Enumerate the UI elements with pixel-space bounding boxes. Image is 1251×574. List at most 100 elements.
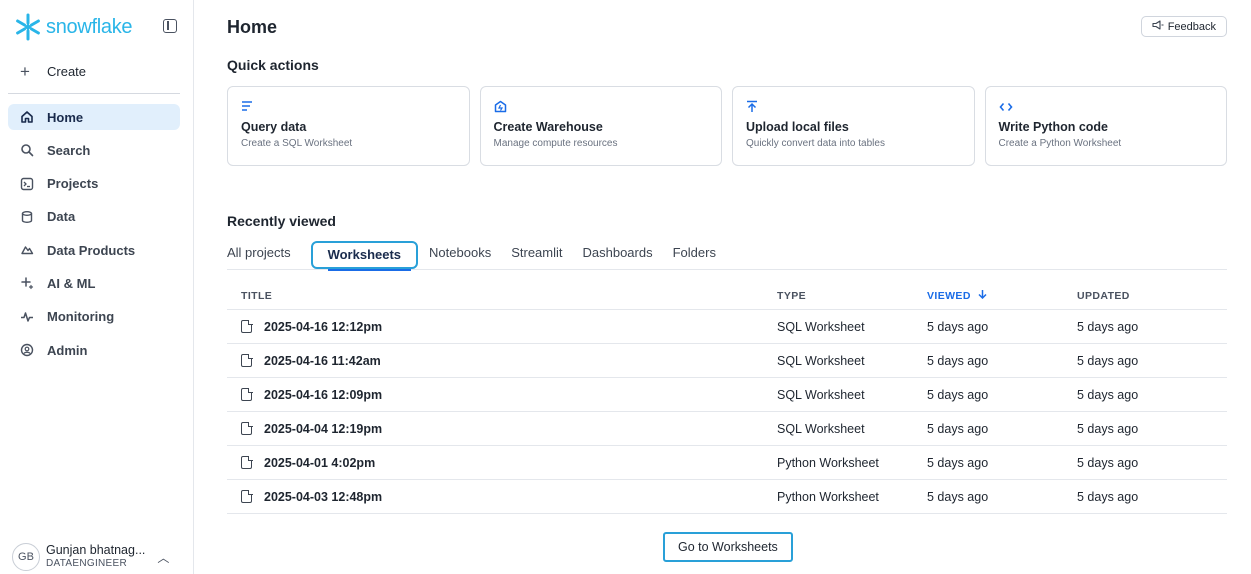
create-label: Create: [47, 64, 87, 79]
quick-action-create-warehouse[interactable]: Create Warehouse Manage compute resource…: [479, 86, 722, 166]
sidebar-item-search[interactable]: Search: [8, 137, 180, 163]
file-icon: [241, 319, 253, 333]
sidebar-item-admin[interactable]: Admin: [8, 337, 180, 363]
row-title: 2025-04-16 11:42am: [264, 353, 381, 368]
row-updated: 5 days ago: [1077, 455, 1139, 470]
user-role: DATAENGINEER: [46, 558, 128, 569]
tab-all-projects[interactable]: All projects: [227, 242, 291, 270]
main-content: Home Feedback Quick actions Query data C…: [194, 0, 1251, 574]
row-viewed: 5 days ago: [927, 353, 989, 368]
row-title-cell: 2025-04-01 4:02pm: [227, 455, 777, 470]
row-updated: 5 days ago: [1077, 387, 1139, 402]
warehouse-icon: [494, 100, 709, 116]
row-updated: 5 days ago: [1077, 353, 1139, 368]
row-title-cell: 2025-04-16 12:09pm: [227, 387, 777, 402]
sidebar-nav: Home Search Projects Data Data Products: [8, 104, 180, 370]
sidebar-item-ai-ml[interactable]: AI & ML: [8, 270, 180, 296]
create-button[interactable]: + Create: [20, 61, 87, 81]
column-header-type[interactable]: TYPE: [777, 290, 927, 302]
tab-streamlit[interactable]: Streamlit: [511, 242, 562, 270]
tab-notebooks[interactable]: Notebooks: [429, 242, 491, 270]
feedback-button[interactable]: Feedback: [1140, 16, 1227, 37]
row-title-cell: 2025-04-16 11:42am: [227, 353, 777, 368]
go-to-worksheets-button[interactable]: Go to Worksheets: [663, 532, 793, 562]
column-header-viewed-label: VIEWED: [927, 290, 971, 302]
user-menu[interactable]: GB Gunjan bhatnag... DATAENGINEER ︿: [12, 540, 188, 574]
quick-action-title: Query data: [241, 120, 307, 134]
row-title: 2025-04-04 12:19pm: [264, 421, 383, 436]
sparkle-icon: [20, 276, 34, 290]
lines-icon: [241, 100, 456, 116]
sidebar-item-label: Data: [47, 209, 76, 225]
column-header-updated[interactable]: UPDATED: [1077, 290, 1227, 302]
table-row[interactable]: 2025-04-16 11:42am SQL Worksheet 5 days …: [227, 344, 1227, 378]
pulse-icon: [20, 310, 34, 324]
sidebar-item-projects[interactable]: Projects: [8, 171, 180, 197]
logo[interactable]: snowflake: [14, 13, 184, 41]
file-icon: [241, 387, 253, 401]
avatar: GB: [12, 543, 40, 571]
terminal-icon: [20, 177, 34, 191]
sidebar-item-label: Home: [47, 109, 84, 125]
tab-dashboards[interactable]: Dashboards: [583, 242, 653, 270]
row-type: SQL Worksheet: [777, 387, 865, 402]
table-header: TITLE TYPE VIEWED UPDATED: [227, 282, 1227, 310]
sidebar-item-data[interactable]: Data: [8, 204, 180, 230]
sidebar-item-label: Search: [47, 142, 91, 158]
row-viewed: 5 days ago: [927, 455, 989, 470]
file-icon: [241, 353, 253, 367]
row-title: 2025-04-01 4:02pm: [264, 455, 376, 470]
search-icon: [20, 143, 34, 157]
sidebar: snowflake + Create Home Search Projects: [0, 0, 194, 574]
snowflake-logo-icon: [16, 13, 40, 41]
row-title: 2025-04-16 12:12pm: [264, 319, 383, 334]
sidebar-item-label: Data Products: [47, 242, 136, 258]
row-type: SQL Worksheet: [777, 319, 865, 334]
table-row[interactable]: 2025-04-16 12:12pm SQL Worksheet 5 days …: [227, 310, 1227, 344]
tab-worksheets[interactable]: Worksheets: [310, 241, 419, 271]
quick-action-upload-files[interactable]: Upload local files Quickly convert data …: [732, 86, 975, 166]
sidebar-item-data-products[interactable]: Data Products: [8, 237, 180, 263]
sidebar-item-monitoring[interactable]: Monitoring: [8, 304, 180, 330]
database-icon: [20, 210, 34, 224]
table-row[interactable]: 2025-04-03 12:48pm Python Worksheet 5 da…: [227, 480, 1227, 514]
column-header-viewed[interactable]: VIEWED: [927, 289, 1077, 302]
sidebar-item-label: AI & ML: [47, 275, 96, 291]
column-header-title[interactable]: TITLE: [227, 290, 777, 302]
quick-action-query-data[interactable]: Query data Create a SQL Worksheet: [227, 86, 470, 166]
worksheets-table: TITLE TYPE VIEWED UPDATED 2025-04-16 12:…: [227, 282, 1227, 514]
quick-action-title: Create Warehouse: [493, 120, 603, 134]
quick-action-title: Write Python code: [998, 120, 1109, 134]
quick-actions: Query data Create a SQL Worksheet Create…: [227, 86, 1227, 166]
row-type: Python Worksheet: [777, 455, 879, 470]
quick-action-subtitle: Quickly convert data into tables: [746, 138, 885, 149]
logo-text: snowflake: [46, 15, 133, 38]
cloud-icon: [20, 243, 34, 257]
quick-action-subtitle: Create a SQL Worksheet: [241, 138, 353, 149]
home-icon: [20, 110, 34, 124]
tab-folders[interactable]: Folders: [673, 242, 716, 270]
recent-tabs: All projects Worksheets Notebooks Stream…: [227, 241, 1227, 271]
row-title-cell: 2025-04-16 12:12pm: [227, 319, 777, 334]
plus-icon: +: [20, 61, 30, 81]
quick-action-python-code[interactable]: Write Python code Create a Python Worksh…: [984, 86, 1227, 166]
feedback-label: Feedback: [1167, 20, 1216, 33]
row-viewed: 5 days ago: [927, 319, 989, 334]
file-icon: [241, 455, 253, 469]
row-type: SQL Worksheet: [777, 421, 865, 436]
sidebar-item-label: Monitoring: [47, 309, 115, 325]
table-row[interactable]: 2025-04-01 4:02pm Python Worksheet 5 day…: [227, 446, 1227, 480]
sidebar-collapse-icon[interactable]: [163, 19, 177, 33]
quick-action-subtitle: Manage compute resources: [493, 138, 618, 149]
table-row[interactable]: 2025-04-04 12:19pm SQL Worksheet 5 days …: [227, 412, 1227, 446]
megaphone-icon: [1152, 20, 1164, 33]
row-updated: 5 days ago: [1077, 421, 1139, 436]
sidebar-item-home[interactable]: Home: [8, 104, 180, 130]
file-icon: [241, 489, 253, 503]
quick-action-title: Upload local files: [746, 120, 849, 134]
row-title-cell: 2025-04-04 12:19pm: [227, 421, 777, 436]
chevron-up-icon[interactable]: ︿: [157, 549, 169, 566]
table-row[interactable]: 2025-04-16 12:09pm SQL Worksheet 5 days …: [227, 378, 1227, 412]
upload-icon: [746, 100, 961, 116]
row-title: 2025-04-16 12:09pm: [264, 387, 383, 402]
